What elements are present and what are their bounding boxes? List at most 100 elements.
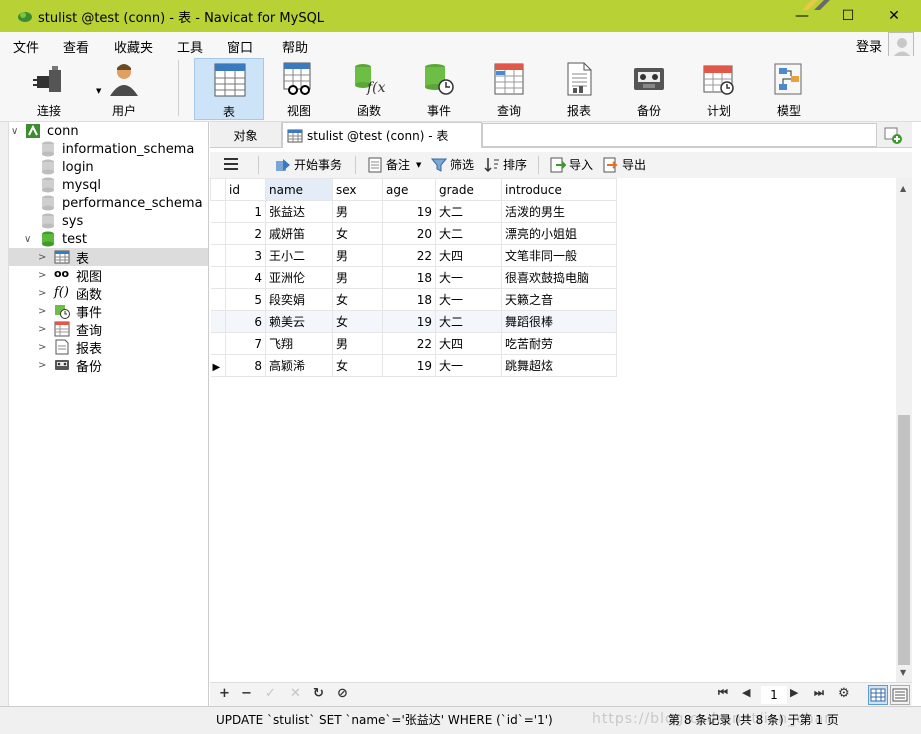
delete-record-button[interactable]: − [241, 686, 252, 701]
cell-introduce[interactable]: 漂亮的小姐姐 [501, 222, 617, 245]
page-number-input[interactable]: 1 [761, 686, 787, 704]
menu-icon[interactable] [223, 156, 242, 172]
model-button[interactable]: 模型 [754, 58, 824, 120]
cell-grade[interactable]: 大二 [435, 310, 502, 333]
row-indicator[interactable] [210, 222, 226, 245]
connect-button[interactable]: 连接 ▼ [14, 58, 101, 120]
cell-grade[interactable]: 大四 [435, 332, 502, 355]
close-button[interactable]: ✕ [871, 0, 917, 32]
tree-db-test[interactable]: ∨ test [9, 230, 208, 248]
note-button[interactable]: 备注 ▼ [367, 156, 421, 173]
cell-sex[interactable]: 女 [332, 310, 383, 333]
chevron-right-icon[interactable]: > [38, 288, 46, 299]
maximize-button[interactable]: ☐ [825, 0, 871, 32]
row-indicator[interactable] [210, 200, 226, 223]
table-row[interactable]: 7 飞翔 男 22 大四 吃苦耐劳 [210, 332, 617, 355]
filter-button[interactable]: 筛选 [431, 156, 474, 173]
first-page-button[interactable]: ⏮ [718, 686, 728, 700]
column-header-id[interactable]: id [225, 178, 266, 201]
menu-favorites[interactable]: 收藏夹 [114, 37, 153, 56]
tree-item-reports[interactable]: > 报表 [9, 338, 208, 357]
table-row[interactable]: 6 赖美云 女 19 大二 舞蹈很棒 [210, 310, 617, 333]
cell-id[interactable]: 2 [225, 222, 266, 245]
grid-view-button[interactable] [868, 685, 888, 705]
scroll-up-icon[interactable]: ▲ [900, 184, 906, 193]
cell-sex[interactable]: 女 [332, 354, 383, 377]
cell-grade[interactable]: 大四 [435, 244, 502, 267]
cell-grade[interactable]: 大二 [435, 222, 502, 245]
tree-item-backups[interactable]: > 备份 [9, 356, 208, 375]
cell-id[interactable]: 8 [225, 354, 266, 377]
chevron-right-icon[interactable]: > [38, 342, 46, 353]
cell-name[interactable]: 张益达 [265, 200, 333, 223]
cell-sex[interactable]: 女 [332, 222, 383, 245]
menu-help[interactable]: 帮助 [282, 37, 308, 56]
cell-id[interactable]: 7 [225, 332, 266, 355]
cell-grade[interactable]: 大一 [435, 354, 502, 377]
cell-age[interactable]: 22 [382, 332, 436, 355]
cell-id[interactable]: 3 [225, 244, 266, 267]
chevron-right-icon[interactable]: > [38, 252, 46, 263]
vertical-scrollbar[interactable]: ▲ ▼ [896, 178, 912, 682]
column-header-introduce[interactable]: introduce [501, 178, 617, 201]
table-row[interactable]: 1 张益达 男 19 大二 活泼的男生 [210, 200, 617, 223]
cell-age[interactable]: 22 [382, 244, 436, 267]
cell-name[interactable]: 戚妍笛 [265, 222, 333, 245]
export-button[interactable]: 导出 [603, 156, 646, 173]
cell-age[interactable]: 19 [382, 354, 436, 377]
minimize-button[interactable]: — [779, 0, 825, 32]
tree-item-views[interactable]: > oo 视图 [9, 266, 208, 285]
prev-page-button[interactable]: ◀ [742, 686, 750, 699]
cell-grade[interactable]: 大一 [435, 288, 502, 311]
cell-introduce[interactable]: 天籁之音 [501, 288, 617, 311]
table-row[interactable]: 3 王小二 男 22 大四 文笔非同一般 [210, 244, 617, 267]
cell-introduce[interactable]: 跳舞超炫 [501, 354, 617, 377]
menu-file[interactable]: 文件 [13, 37, 39, 56]
apply-changes-button[interactable]: ✓ [265, 686, 276, 701]
tree-db-performance-schema[interactable]: performance_schema [9, 194, 208, 212]
chevron-down-icon[interactable]: ∨ [24, 234, 31, 245]
cell-id[interactable]: 4 [225, 266, 266, 289]
discard-changes-button[interactable]: ✕ [290, 686, 301, 701]
table-row[interactable]: 4 亚洲伦 男 18 大一 很喜欢鼓捣电脑 [210, 266, 617, 289]
row-indicator[interactable] [210, 332, 226, 355]
table-row[interactable]: 2 戚妍笛 女 20 大二 漂亮的小姐姐 [210, 222, 617, 245]
user-button[interactable]: 用户 [89, 58, 159, 120]
scrollbar-thumb[interactable] [898, 415, 910, 665]
tree-item-events[interactable]: > 事件 [9, 302, 208, 321]
cell-id[interactable]: 1 [225, 200, 266, 223]
cell-name[interactable]: 飞翔 [265, 332, 333, 355]
tree-db-sys[interactable]: sys [9, 212, 208, 230]
schedule-button[interactable]: 计划 [684, 58, 754, 120]
menu-window[interactable]: 窗口 [227, 37, 253, 56]
login-link[interactable]: 登录 [856, 36, 882, 55]
column-header-name[interactable]: name [265, 178, 333, 201]
refresh-button[interactable]: ↻ [313, 686, 324, 701]
event-button[interactable]: 事件 [404, 58, 474, 120]
table-button[interactable]: 表 [194, 58, 264, 120]
cell-sex[interactable]: 男 [332, 200, 383, 223]
cell-introduce[interactable]: 活泼的男生 [501, 200, 617, 223]
tree-db-information-schema[interactable]: information_schema [9, 140, 208, 158]
column-header-grade[interactable]: grade [435, 178, 502, 201]
chevron-right-icon[interactable]: > [38, 360, 46, 371]
cell-id[interactable]: 6 [225, 310, 266, 333]
cell-introduce[interactable]: 舞蹈很棒 [501, 310, 617, 333]
backup-button[interactable]: 备份 [614, 58, 684, 120]
menu-view[interactable]: 查看 [63, 37, 89, 56]
sort-button[interactable]: 排序 [484, 156, 527, 173]
cell-name[interactable]: 亚洲伦 [265, 266, 333, 289]
function-button[interactable]: f(x) 函数 [334, 58, 404, 120]
form-view-button[interactable] [890, 685, 910, 705]
import-button[interactable]: 导入 [550, 156, 593, 173]
chevron-right-icon[interactable]: > [38, 306, 46, 317]
cell-name[interactable]: 赖美云 [265, 310, 333, 333]
table-row[interactable]: 5 段奕娟 女 18 大一 天籁之音 [210, 288, 617, 311]
column-header-sex[interactable]: sex [332, 178, 383, 201]
cell-introduce[interactable]: 文笔非同一般 [501, 244, 617, 267]
settings-button[interactable]: ⚙ [838, 686, 850, 701]
cell-grade[interactable]: 大一 [435, 266, 502, 289]
menu-tools[interactable]: 工具 [177, 37, 203, 56]
cell-name[interactable]: 王小二 [265, 244, 333, 267]
cell-age[interactable]: 19 [382, 200, 436, 223]
